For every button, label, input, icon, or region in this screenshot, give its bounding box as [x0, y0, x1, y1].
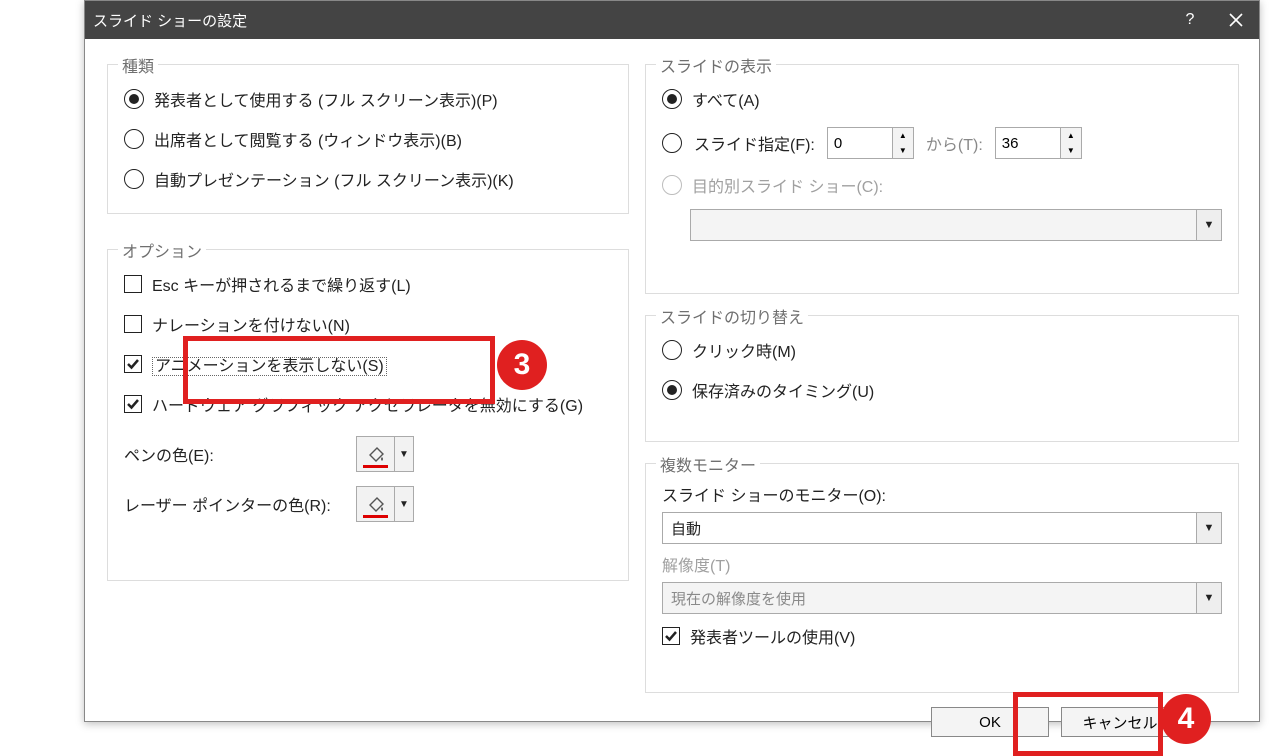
- chevron-down-icon: ▼: [1196, 583, 1221, 613]
- group-show-slides: スライドの表示 すべて(A) スライド指定(F): ▲▼ から(T): ▲▼: [645, 64, 1239, 294]
- cancel-button[interactable]: キャンセル: [1061, 707, 1179, 737]
- close-icon: [1229, 13, 1243, 27]
- checkbox-label: ハードウェア グラフィック アクセラレータを無効にする(G): [152, 392, 583, 416]
- combo-text: 自動: [663, 513, 1196, 543]
- radio-icon: [662, 133, 682, 153]
- radio-icon: [124, 89, 144, 109]
- pen-color-picker[interactable]: ▼: [356, 436, 414, 472]
- slideshow-settings-dialog: スライド ショーの設定 ? 種類 発表者として使用する (フル スクリーン表示)…: [84, 0, 1260, 722]
- monitor-label: スライド ショーのモニター(O):: [662, 482, 886, 506]
- radio-icon: [124, 129, 144, 149]
- resolution-label-row: 解像度(T): [662, 552, 730, 576]
- radio-all-slides[interactable]: すべて(A): [662, 87, 760, 111]
- checkbox-icon: [662, 627, 680, 645]
- group-monitors: 複数モニター スライド ショーのモニター(O): 自動 ▼ 解像度(T) 現在の…: [645, 463, 1239, 693]
- to-spinner[interactable]: ▲▼: [995, 127, 1082, 159]
- group-title-advance: スライドの切り替え: [656, 304, 808, 328]
- help-button[interactable]: ?: [1167, 1, 1213, 39]
- checkbox-loop-esc[interactable]: Esc キーが押されるまで繰り返す(L): [124, 272, 411, 296]
- checkbox-icon: [124, 395, 142, 413]
- radio-slide-range[interactable]: スライド指定(F): ▲▼ から(T): ▲▼: [662, 127, 1082, 159]
- group-title-type: 種類: [118, 53, 158, 77]
- spin-down-button[interactable]: ▼: [893, 143, 913, 158]
- from-spinner[interactable]: ▲▼: [827, 127, 914, 159]
- titlebar: スライド ショーの設定 ?: [85, 1, 1259, 39]
- chevron-down-icon: ▼: [394, 437, 413, 471]
- checkbox-no-narration[interactable]: ナレーションを付けない(N): [124, 312, 350, 336]
- checkbox-icon: [124, 275, 142, 293]
- pen-color-row: ペンの色(E): ▼: [124, 436, 414, 472]
- checkbox-disable-hw-accel[interactable]: ハードウェア グラフィック アクセラレータを無効にする(G): [124, 392, 583, 416]
- laser-color-row: レーザー ポインターの色(R): ▼: [124, 486, 414, 522]
- radio-icon: [662, 175, 682, 195]
- custom-show-label: 目的別スライド ショー(C):: [692, 173, 883, 197]
- checkbox-icon: [124, 355, 142, 373]
- from-input[interactable]: [828, 128, 892, 158]
- spin-up-button[interactable]: ▲: [1061, 128, 1081, 143]
- laser-color-label: レーザー ポインターの色(R):: [124, 492, 346, 516]
- monitor-combo-row: 自動 ▼: [662, 512, 1222, 544]
- radio-kiosk[interactable]: 自動プレゼンテーション (フル スクリーン表示)(K): [124, 167, 514, 191]
- resolution-label: 解像度(T): [662, 552, 730, 576]
- paint-bucket-icon: [357, 487, 394, 521]
- combo-text: 現在の解像度を使用: [663, 583, 1196, 613]
- from-label: スライド指定(F):: [694, 131, 815, 155]
- radio-icon: [662, 89, 682, 109]
- chevron-down-icon: ▼: [1196, 210, 1221, 240]
- spin-down-button[interactable]: ▼: [1061, 143, 1081, 158]
- checkbox-no-animation[interactable]: アニメーションを表示しない(S): [124, 352, 387, 376]
- paint-bucket-icon: [357, 437, 394, 471]
- monitor-label-row: スライド ショーのモニター(O):: [662, 482, 886, 506]
- chevron-down-icon: ▼: [1196, 513, 1221, 543]
- resolution-combo: 現在の解像度を使用 ▼: [662, 582, 1222, 614]
- group-show-type: 種類 発表者として使用する (フル スクリーン表示)(P) 出席者として閲覧する…: [107, 64, 629, 214]
- radio-label: すべて(A): [692, 87, 760, 111]
- radio-presenter[interactable]: 発表者として使用する (フル スクリーン表示)(P): [124, 87, 498, 111]
- laser-color-picker[interactable]: ▼: [356, 486, 414, 522]
- spin-up-button[interactable]: ▲: [893, 128, 913, 143]
- radio-label: 出席者として閲覧する (ウィンドウ表示)(B): [154, 127, 462, 151]
- checkbox-label: Esc キーが押されるまで繰り返す(L): [152, 272, 411, 296]
- resolution-combo-row: 現在の解像度を使用 ▼: [662, 582, 1222, 614]
- chevron-down-icon: ▼: [394, 487, 413, 521]
- checkbox-icon: [124, 315, 142, 333]
- group-title-slides: スライドの表示: [656, 53, 776, 77]
- radio-icon: [662, 340, 682, 360]
- to-label: から(T):: [926, 131, 983, 155]
- checkbox-label: 発表者ツールの使用(V): [690, 624, 855, 648]
- dialog-title: スライド ショーの設定: [93, 10, 247, 31]
- group-title-monitors: 複数モニター: [656, 452, 760, 476]
- checkbox-label: ナレーションを付けない(N): [152, 312, 350, 336]
- radio-icon: [662, 380, 682, 400]
- close-button[interactable]: [1213, 1, 1259, 39]
- custom-show-combo-row: ▼: [690, 209, 1222, 241]
- radio-icon: [124, 169, 144, 189]
- custom-show-combo: ▼: [690, 209, 1222, 241]
- checkbox-presenter-view[interactable]: 発表者ツールの使用(V): [662, 624, 855, 648]
- group-title-options: オプション: [118, 238, 206, 262]
- radio-label: 保存済みのタイミング(U): [692, 378, 874, 402]
- ok-button[interactable]: OK: [931, 707, 1049, 737]
- checkbox-label: アニメーションを表示しない(S): [152, 352, 387, 376]
- group-advance-slides: スライドの切り替え クリック時(M) 保存済みのタイミング(U): [645, 315, 1239, 442]
- pen-color-label: ペンの色(E):: [124, 442, 346, 466]
- radio-label: 発表者として使用する (フル スクリーン表示)(P): [154, 87, 498, 111]
- radio-use-timings[interactable]: 保存済みのタイミング(U): [662, 378, 874, 402]
- group-options: オプション Esc キーが押されるまで繰り返す(L) ナレーションを付けない(N…: [107, 249, 629, 581]
- to-input[interactable]: [996, 128, 1060, 158]
- monitor-combo[interactable]: 自動 ▼: [662, 512, 1222, 544]
- radio-browse[interactable]: 出席者として閲覧する (ウィンドウ表示)(B): [124, 127, 462, 151]
- dialog-content: 種類 発表者として使用する (フル スクリーン表示)(P) 出席者として閲覧する…: [85, 39, 1259, 721]
- radio-custom-show: 目的別スライド ショー(C):: [662, 173, 883, 197]
- radio-label: 自動プレゼンテーション (フル スクリーン表示)(K): [154, 167, 514, 191]
- radio-label: クリック時(M): [692, 338, 796, 362]
- radio-manual-advance[interactable]: クリック時(M): [662, 338, 796, 362]
- combo-text: [691, 210, 1196, 240]
